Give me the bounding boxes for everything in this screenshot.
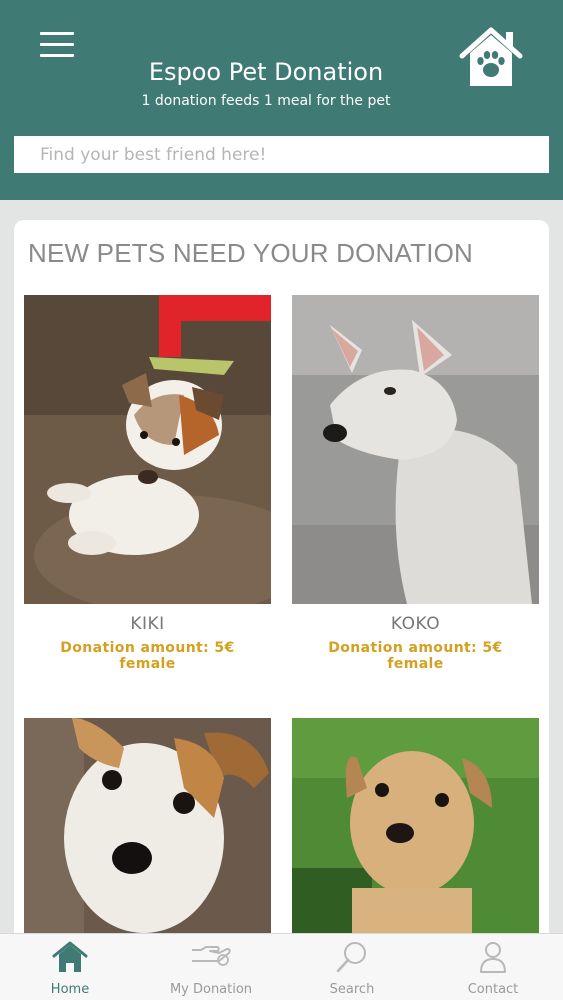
pet-gender: female [119, 656, 176, 672]
pet-donation-amount: Donation amount: 5€ [328, 640, 503, 656]
app-header: Espoo Pet Donation 1 donation feeds 1 me… [0, 0, 563, 200]
nav-label: Home [50, 982, 90, 997]
bottom-nav: Home My Donation Search Contact [0, 933, 563, 1000]
nav-label: Contact [467, 982, 519, 997]
pet-card-3[interactable] [24, 718, 271, 943]
pet-card-4[interactable] [292, 718, 539, 943]
nav-search[interactable]: Search [282, 934, 422, 1000]
section-title: NEW PETS NEED YOUR DONATION [28, 238, 474, 268]
nav-home[interactable]: Home [0, 934, 140, 1000]
pets-card: NEW PETS NEED YOUR DONATION KIKI Donatio… [14, 220, 549, 980]
app-subtitle: 1 donation feeds 1 meal for the pet [141, 93, 391, 109]
pet-photo[interactable] [292, 295, 539, 604]
search-icon [336, 942, 366, 973]
pet-photo[interactable] [24, 295, 271, 604]
pet-card-kiki[interactable]: KIKI Donation amount: 5€ female [24, 295, 271, 672]
pet-photo[interactable] [24, 718, 271, 933]
title-block: Espoo Pet Donation 1 donation feeds 1 me… [136, 56, 396, 112]
pet-name: KIKI [130, 614, 165, 634]
nav-label: My Donation [169, 982, 253, 997]
pet-name: KOKO [390, 614, 441, 634]
person-icon [480, 942, 506, 973]
house-paw-icon[interactable] [458, 26, 524, 90]
nav-contact[interactable]: Contact [423, 934, 563, 1000]
pet-card-koko[interactable]: KOKO Donation amount: 5€ female [292, 295, 539, 672]
pet-gender: female [387, 656, 444, 672]
home-icon [52, 941, 88, 972]
pet-donation-amount: Donation amount: 5€ [60, 640, 235, 656]
donation-hand-icon [192, 946, 231, 966]
nav-my-donation[interactable]: My Donation [141, 934, 281, 1000]
app-title: Espoo Pet Donation [148, 58, 384, 86]
hamburger-menu-icon[interactable] [38, 30, 76, 60]
search-input[interactable] [14, 136, 549, 173]
pet-photo[interactable] [292, 718, 539, 933]
nav-label: Search [329, 982, 375, 997]
